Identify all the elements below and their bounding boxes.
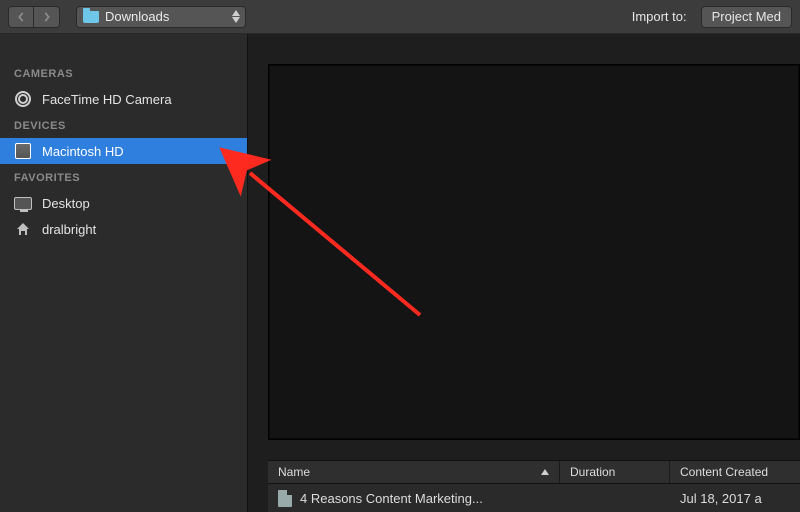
import-target-button[interactable]: Project Med [701,6,792,28]
body-area: CAMERAS FaceTime HD Camera DEVICES Macin… [0,34,800,512]
stepper-icon [232,10,240,23]
table-header: Name Duration Content Created [268,460,800,484]
path-selector[interactable]: Downloads [76,6,246,28]
sidebar-item-label: Macintosh HD [42,144,124,159]
table-row[interactable]: 4 Reasons Content Marketing... Jul 18, 2… [268,484,800,512]
file-content-created: Jul 18, 2017 a [680,491,762,506]
column-header-content-created[interactable]: Content Created [670,461,800,483]
document-icon [278,490,292,507]
sidebar-item-facetime-camera[interactable]: FaceTime HD Camera [0,86,247,112]
import-to-label: Import to: [632,9,687,24]
camera-icon [14,90,32,108]
file-table: Name Duration Content Created 4 Reasons … [248,460,800,512]
path-label: Downloads [105,9,169,24]
file-name: 4 Reasons Content Marketing... [300,491,483,506]
preview-area [268,64,800,440]
sidebar: CAMERAS FaceTime HD Camera DEVICES Macin… [0,34,248,512]
sidebar-item-macintosh-hd[interactable]: Macintosh HD [0,138,247,164]
section-header-devices: DEVICES [0,112,247,138]
nav-group [8,6,60,28]
folder-icon [83,11,99,23]
section-header-favorites: FAVORITES [0,164,247,190]
disk-icon [14,142,32,160]
sort-caret-icon [541,469,549,475]
sidebar-item-label: FaceTime HD Camera [42,92,172,107]
sidebar-item-label: Desktop [42,196,90,211]
content-area: Name Duration Content Created 4 Reasons … [248,34,800,512]
home-icon [14,220,32,238]
sidebar-item-home[interactable]: dralbright [0,216,247,242]
column-header-duration[interactable]: Duration [560,461,670,483]
forward-button[interactable] [34,6,60,28]
column-header-name[interactable]: Name [268,461,560,483]
sidebar-item-label: dralbright [42,222,96,237]
import-target-label: Project Med [712,9,781,24]
section-header-cameras: CAMERAS [0,60,247,86]
sidebar-item-desktop[interactable]: Desktop [0,190,247,216]
back-button[interactable] [8,6,34,28]
desktop-icon [14,194,32,212]
toolbar: Downloads Import to: Project Med [0,0,800,34]
